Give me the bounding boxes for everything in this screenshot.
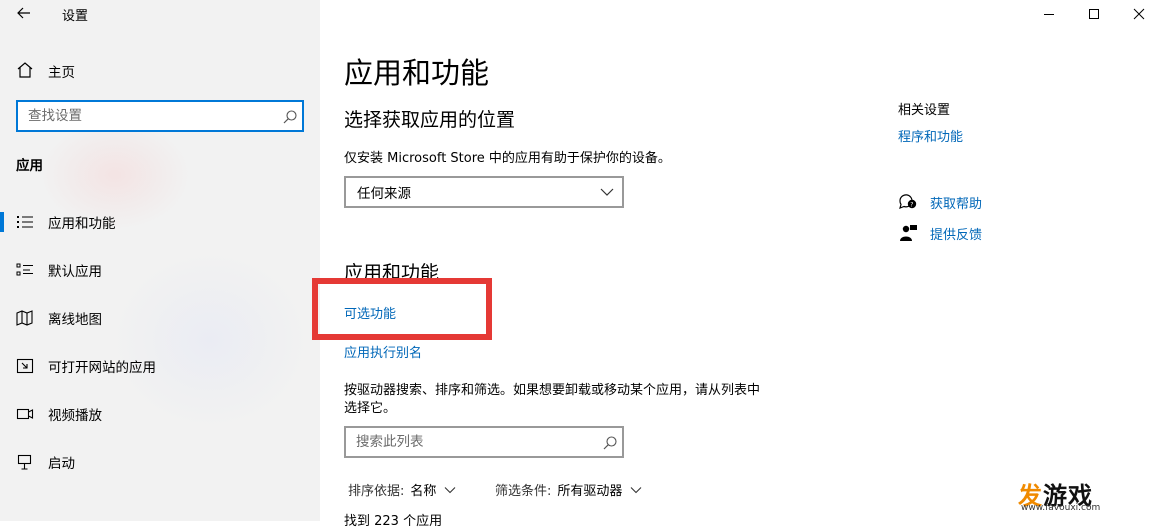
offline-maps-icon bbox=[15, 308, 35, 328]
minimize-button[interactable] bbox=[1026, 0, 1072, 28]
found-apps-count: 找到 223 个应用 bbox=[344, 514, 443, 529]
back-button[interactable] bbox=[12, 3, 36, 23]
selected-indicator bbox=[0, 212, 4, 232]
get-help-link[interactable]: 获取帮助 bbox=[930, 193, 982, 212]
close-button[interactable] bbox=[1116, 0, 1158, 28]
filter-value: 所有驱动器 bbox=[557, 484, 623, 499]
page-title: 应用和功能 bbox=[344, 56, 490, 90]
settings-search-box[interactable] bbox=[16, 100, 304, 132]
sidebar-item-video-playback[interactable]: 视频播放 bbox=[0, 394, 320, 434]
sidebar-item-startup[interactable]: 启动 bbox=[0, 442, 320, 482]
filter-label: 筛选条件: bbox=[495, 484, 552, 499]
sidebar-item-label: 默认应用 bbox=[48, 264, 102, 280]
give-feedback-link[interactable]: 提供反馈 bbox=[930, 224, 982, 243]
sidebar-item-label: 离线地图 bbox=[48, 312, 102, 328]
search-description-line1: 按驱动器搜索、排序和筛选。如果想要卸载或移动某个应用，请从列表中 bbox=[344, 383, 761, 398]
optional-features-link[interactable]: 可选功能 bbox=[344, 303, 396, 322]
sidebar-item-label: 应用和功能 bbox=[48, 216, 116, 232]
install-source-dropdown[interactable]: 任何来源 bbox=[344, 176, 624, 208]
sidebar-item-default-apps[interactable]: 默认应用 bbox=[0, 250, 320, 290]
chevron-down-icon bbox=[631, 486, 642, 493]
chevron-down-icon bbox=[600, 188, 614, 196]
default-apps-icon bbox=[15, 260, 35, 280]
app-list-search-input[interactable] bbox=[356, 434, 586, 450]
home-nav-item[interactable]: 主页 bbox=[0, 54, 320, 86]
sidebar-section-title: 应用 bbox=[16, 158, 43, 174]
install-section-title: 选择获取应用的位置 bbox=[344, 109, 516, 131]
feedback-icon bbox=[898, 224, 918, 242]
open-website-icon bbox=[15, 356, 35, 376]
sidebar-item-offline-maps[interactable]: 离线地图 bbox=[0, 298, 320, 338]
install-description: 仅安装 Microsoft Store 中的应用有助于保护你的设备。 bbox=[344, 151, 671, 166]
sidebar-item-open-websites[interactable]: 可打开网站的应用 bbox=[0, 346, 320, 386]
programs-features-link[interactable]: 程序和功能 bbox=[898, 126, 963, 145]
sidebar-item-label: 启动 bbox=[48, 456, 75, 472]
svg-text:?: ? bbox=[910, 202, 913, 209]
search-icon[interactable] bbox=[602, 435, 618, 451]
sidebar: 设置 主页 应用 应用和功能 bbox=[0, 0, 320, 521]
app-list-search-box[interactable] bbox=[344, 426, 624, 458]
install-source-value: 任何来源 bbox=[357, 186, 411, 202]
search-icon[interactable] bbox=[282, 109, 298, 125]
window-title: 设置 bbox=[62, 9, 89, 24]
home-icon bbox=[16, 61, 34, 79]
app-execution-alias-link[interactable]: 应用执行别名 bbox=[344, 342, 422, 361]
help-icon: ? bbox=[898, 193, 918, 211]
settings-search-input[interactable] bbox=[28, 108, 278, 124]
close-icon bbox=[1133, 8, 1145, 20]
sidebar-item-label: 可打开网站的应用 bbox=[48, 360, 156, 376]
maximize-button[interactable] bbox=[1071, 0, 1117, 28]
chevron-down-icon bbox=[445, 486, 456, 493]
filter-control[interactable]: 筛选条件: 所有驱动器 bbox=[495, 480, 642, 499]
back-arrow-icon bbox=[17, 7, 30, 19]
sort-control[interactable]: 排序依据: 名称 bbox=[348, 480, 456, 499]
maximize-icon bbox=[1089, 9, 1099, 19]
home-label: 主页 bbox=[48, 65, 75, 81]
sort-label: 排序依据: bbox=[348, 484, 405, 499]
apps-list-icon bbox=[15, 212, 35, 232]
sort-value: 名称 bbox=[410, 484, 437, 499]
watermark-url: www.favouxi.com bbox=[1021, 503, 1101, 513]
startup-icon bbox=[15, 452, 35, 472]
sidebar-item-apps-features[interactable]: 应用和功能 bbox=[0, 202, 320, 242]
minimize-icon bbox=[1044, 14, 1054, 15]
search-description-line2: 选择它。 bbox=[344, 401, 397, 416]
sidebar-item-label: 视频播放 bbox=[48, 408, 102, 424]
highlight-box bbox=[312, 278, 492, 340]
video-playback-icon bbox=[15, 404, 35, 424]
related-settings-title: 相关设置 bbox=[898, 103, 951, 118]
